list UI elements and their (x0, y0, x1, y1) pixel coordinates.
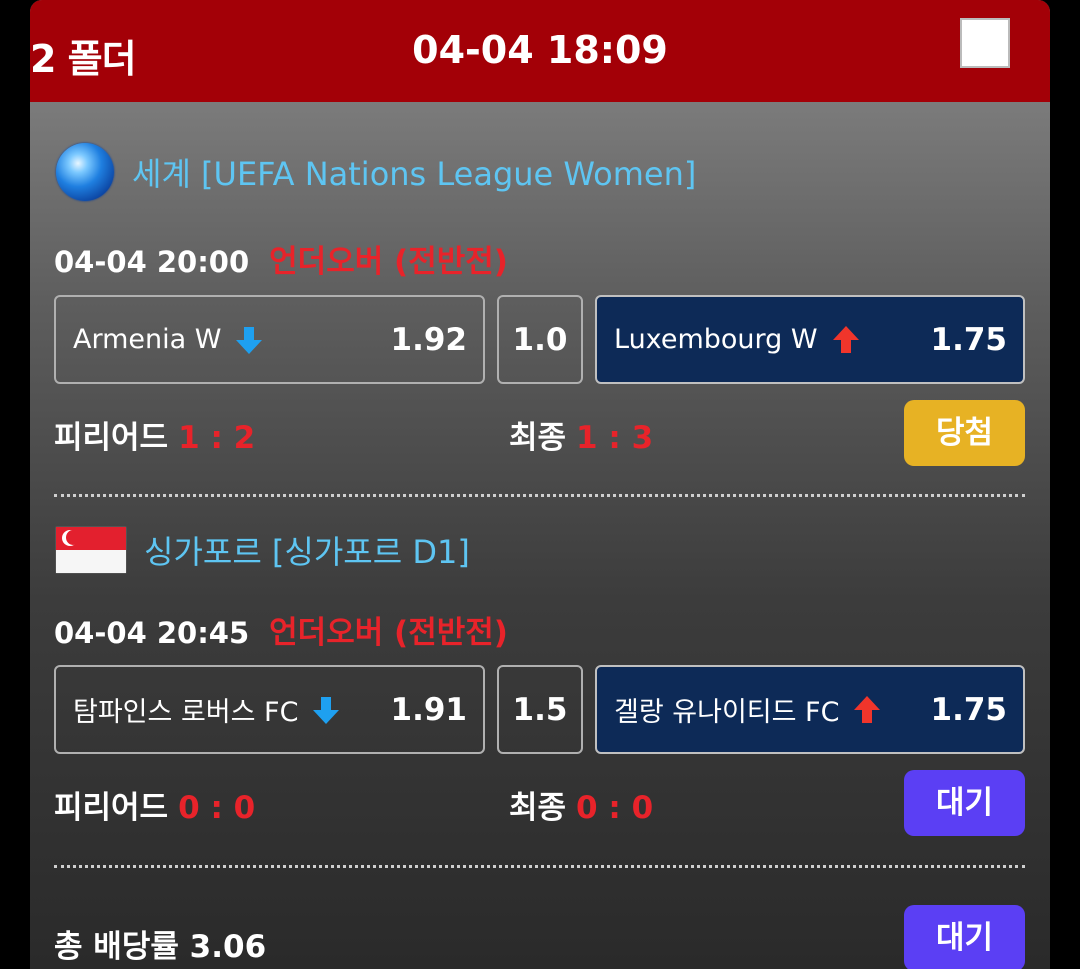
period-score: 1 : 2 (178, 420, 256, 456)
bet-slip-card: 2 폴더 04-04 18:09 세계 [UEFA Nations League… (30, 0, 1050, 969)
away-team-name: Luxembourg W (614, 324, 818, 355)
win-status-button[interactable]: 당첨 (904, 400, 1025, 466)
pending-status-button[interactable]: 대기 (904, 770, 1025, 836)
total-odds: 총 배당률 3.06 (54, 929, 267, 965)
bet-type: 언더오버 (전반전) (269, 244, 508, 280)
result-row: 피리어드 0 : 0 최종 0 : 0 대기 (54, 770, 1025, 836)
singapore-flag-icon (56, 527, 126, 573)
final-result: 최종 1 : 3 (509, 412, 653, 457)
match-date: 04-04 20:00 (54, 245, 250, 279)
away-team: 겔랑 유나이티드 FC (614, 690, 881, 729)
bet-slip-header: 2 폴더 04-04 18:09 (30, 0, 1050, 102)
final-label: 최종 (509, 420, 567, 456)
divider (54, 494, 1025, 497)
away-odd-value: 1.75 (930, 691, 1008, 728)
away-team: Luxembourg W (614, 324, 860, 355)
match-date: 04-04 20:45 (54, 616, 250, 650)
handicap-line-option[interactable]: 1.0 (497, 295, 583, 384)
match-meta: 04-04 20:45 언더오버 (전반전) (54, 607, 508, 652)
home-odd-option[interactable]: 탐파인스 로버스 FC 1.91 (54, 665, 485, 754)
handicap-line-option[interactable]: 1.5 (497, 665, 583, 754)
arrow-down-icon (313, 696, 340, 724)
final-result: 최종 0 : 0 (509, 782, 653, 827)
select-checkbox[interactable] (960, 18, 1010, 68)
match-meta: 04-04 20:00 언더오버 (전반전) (54, 236, 508, 281)
home-team: Armenia W (73, 324, 263, 355)
total-status-button[interactable]: 대기 (904, 905, 1025, 969)
league-header: 싱가포르 [싱가포르 D1] (56, 518, 470, 582)
home-team-name: Armenia W (73, 324, 222, 355)
league-name: 세계 [UEFA Nations League Women] (132, 155, 697, 193)
home-odd-value: 1.92 (390, 321, 468, 358)
home-team: 탐파인스 로버스 FC (73, 690, 340, 729)
home-odd-option[interactable]: Armenia W 1.92 (54, 295, 485, 384)
divider (54, 865, 1025, 868)
total-row: 총 배당률 3.06 대기 (54, 905, 1025, 969)
home-odd-value: 1.91 (390, 691, 468, 728)
away-odd-option[interactable]: Luxembourg W 1.75 (595, 295, 1025, 384)
globe-icon (56, 143, 114, 201)
period-score: 0 : 0 (178, 790, 256, 826)
handicap-line-value: 1.0 (512, 321, 568, 358)
arrow-up-icon (854, 695, 881, 723)
period-label: 피리어드 (54, 790, 169, 826)
result-row: 피리어드 1 : 2 최종 1 : 3 당첨 (54, 400, 1025, 466)
away-team-name: 겔랑 유나이티드 FC (614, 697, 840, 728)
league-header: 세계 [UEFA Nations League Women] (56, 140, 696, 204)
period-label: 피리어드 (54, 420, 169, 456)
home-team-name: 탐파인스 로버스 FC (73, 697, 299, 728)
arrow-up-icon (832, 325, 859, 353)
handicap-line-value: 1.5 (512, 691, 568, 728)
period-result: 피리어드 0 : 0 (54, 782, 255, 827)
final-label: 최종 (509, 790, 567, 826)
away-odd-value: 1.75 (930, 321, 1008, 358)
period-result: 피리어드 1 : 2 (54, 412, 255, 457)
away-odd-option[interactable]: 겔랑 유나이티드 FC 1.75 (595, 665, 1025, 754)
league-name: 싱가포르 [싱가포르 D1] (144, 533, 470, 571)
bet-type: 언더오버 (전반전) (269, 615, 508, 651)
final-score: 1 : 3 (576, 420, 654, 456)
arrow-down-icon (236, 326, 263, 354)
bet-time: 04-04 18:09 (412, 28, 668, 72)
final-score: 0 : 0 (576, 790, 654, 826)
